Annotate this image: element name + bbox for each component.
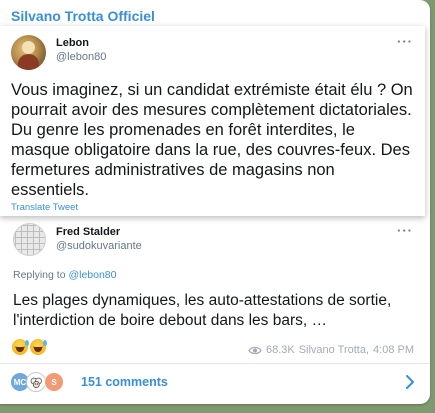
replying-prefix: Replying to: [13, 269, 69, 281]
reply-text: Les plages dynamiques, les auto-attestat…: [13, 292, 392, 329]
channel-name[interactable]: Silvano Trotta Officiel: [11, 8, 155, 24]
translate-tweet-link[interactable]: Translate Tweet: [11, 202, 78, 213]
sheep-icon: [30, 377, 42, 388]
tweet-author-name[interactable]: Lebon: [56, 37, 89, 49]
view-count: 68.3K: [265, 344, 295, 356]
post-meta: 68.3K Silvano Trotta, 4:08 PM: [248, 344, 414, 356]
replying-mention-link[interactable]: @lebon80: [68, 269, 116, 281]
commenter-avatar: S: [44, 372, 64, 392]
divider: [0, 363, 430, 364]
chevron-right-icon[interactable]: [405, 375, 415, 389]
reply-author-handle[interactable]: @sudokuvariante: [56, 240, 142, 252]
post-time: 4:08 PM: [373, 344, 414, 356]
tweet-card[interactable]: Lebon @lebon80 ··· Vous imaginez, si un …: [0, 26, 425, 216]
emoji-row: [12, 339, 47, 355]
post-author: Silvano Trotta,: [298, 344, 370, 356]
replying-to: Replying to @lebon80: [13, 269, 116, 281]
commenter-avatars[interactable]: MC S: [10, 372, 72, 392]
grinning-sweat-emoji-icon: [30, 339, 47, 355]
reply-author-name[interactable]: Fred Stalder: [56, 226, 120, 238]
reply-more-icon[interactable]: ···: [397, 223, 413, 238]
tweet-author-handle[interactable]: @lebon80: [56, 51, 106, 63]
eye-icon: [248, 346, 262, 354]
tweet-text: Vous imaginez, si un candidat extrémiste…: [11, 81, 413, 199]
message-bubble: Silvano Trotta Officiel Lebon @lebon80 ·…: [0, 0, 430, 404]
tweet-more-icon[interactable]: ···: [397, 34, 413, 49]
grinning-sweat-emoji-icon: [12, 339, 29, 355]
tweet-author-avatar[interactable]: [11, 35, 46, 70]
commenter-avatar: [26, 372, 46, 392]
reply-author-avatar[interactable]: [13, 223, 46, 256]
comments-link[interactable]: 151 comments: [81, 375, 168, 389]
